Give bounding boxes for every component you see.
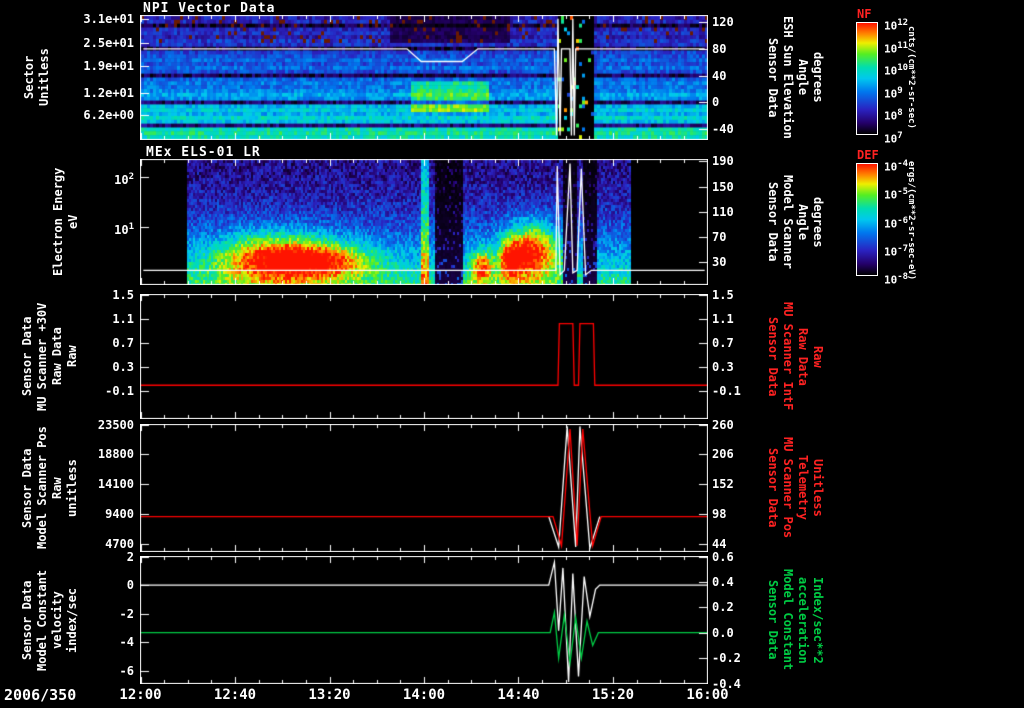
nf-colorbar-tick: 109 [884, 85, 903, 101]
panel5-left-tick: -6 [119, 663, 134, 678]
panel1-left-tick: 1.2e+01 [83, 86, 134, 100]
panel3-right-tick: 1.1 [712, 311, 734, 326]
panel4-y-axis-label: Sensor Data Model Scanner Pos Raw unitle… [20, 426, 79, 550]
panel2-left-tick: 101 [114, 222, 134, 238]
panel3-right-axis-label: Sensor Data MU Scanner IntF Raw Data Raw [766, 302, 825, 411]
panel3-left-tick: 1.1 [112, 311, 134, 326]
mu-scanner-intf-plot-canvas [140, 294, 708, 419]
nf-colorbar-tick: 1012 [884, 18, 909, 33]
panel5-right-tick: 0.0 [712, 625, 734, 640]
panel4-right-tick: 152 [712, 477, 734, 492]
panel4-right-tick: 98 [712, 507, 727, 522]
panel5-right-axis-label: Sensor Data Model Constant acceleration … [766, 569, 825, 671]
time-axis-tick: 14:00 [402, 687, 446, 703]
panel3-right-tick: 0.7 [712, 335, 734, 350]
panel4-left-tick: 9400 [105, 507, 134, 522]
panel2-right-tick: 150 [712, 179, 734, 194]
panel5-left-tick: -2 [119, 606, 134, 621]
panel5-left-tick: 2 [126, 549, 134, 564]
date-label: 2006/350 [4, 686, 77, 704]
def-colorbar-tick: 10-7 [884, 243, 909, 259]
panel1-right-tick: 80 [712, 41, 727, 56]
panel1-right-tick: -40 [712, 121, 734, 136]
def-colorbar-tick: 10-4 [884, 159, 909, 174]
panel5-y-axis-label: Sensor Data Model Constant velocity inde… [20, 569, 79, 671]
nf-colorbar-title: NF [857, 7, 872, 21]
panel1-left-tick: 3.1e+01 [83, 12, 134, 27]
time-axis-tick: 14:40 [497, 687, 540, 703]
panel5-right-tick: -0.2 [712, 651, 741, 666]
panel1-left-tick: 6.2e+00 [83, 108, 134, 123]
panel4-right-axis-label: Sensor Data MU Scanner Pos Telemetry Uni… [766, 437, 825, 539]
panel2-right-tick: 110 [712, 204, 734, 219]
def-colorbar-title: DEF [857, 148, 879, 162]
nf-colorbar [856, 22, 878, 135]
panel1-left-tick: 2.5e+01 [83, 35, 134, 50]
panel5-left-tick: 0 [126, 578, 134, 593]
panel2-right-axis-label: Sensor Data Model Scanner Angle degrees [766, 175, 825, 269]
panel5-right-tick: 0.4 [712, 574, 734, 589]
def-colorbar-tick: 10-8 [884, 272, 909, 287]
panel2-left-tick: 102 [114, 172, 134, 188]
panel1-left-tick: 1.9e+01 [83, 58, 134, 73]
panel5-right-tick: 0.6 [712, 549, 734, 564]
panel1-y-axis-label: Sector Unitless [22, 48, 51, 107]
panel3-left-tick: -0.1 [105, 384, 134, 399]
nf-colorbar-tick: 107 [884, 131, 903, 146]
panel5-left-tick: -4 [119, 635, 134, 650]
time-axis-tick: 13:20 [308, 687, 351, 703]
panel4-right-tick: 206 [712, 447, 734, 462]
panel4-left-tick: 14100 [97, 477, 134, 492]
panel3-y-axis-label: Sensor Data MU Scanner +30V Raw Data Raw [20, 302, 79, 411]
panel3-left-tick: 0.7 [112, 335, 134, 350]
panel2-right-tick: 190 [712, 154, 734, 169]
panel4-right-tick: 260 [712, 417, 734, 432]
def-colorbar-tick: 10-6 [884, 215, 909, 231]
panel1-right-tick: 120 [712, 15, 734, 30]
panel2-right-tick: 70 [712, 230, 727, 245]
panel2-title: MEx ELS-01 LR [146, 145, 261, 160]
model-constant-plot-canvas [140, 556, 708, 684]
panel2-right-tick: 30 [712, 255, 727, 270]
panel3-left-tick: 1.5 [112, 287, 134, 302]
time-axis-tick: 12:00 [119, 687, 162, 703]
panel1-title: NPI Vector Data [143, 1, 276, 16]
def-colorbar-tick: 10-5 [884, 187, 909, 202]
science-plot-page: NPI Vector Data MEx ELS-01 LR Sector Uni… [0, 0, 1024, 708]
nf-colorbar-tick: 1011 [884, 40, 909, 56]
nf-colorbar-tick: 108 [884, 108, 903, 124]
panel3-right-tick: 0.3 [712, 360, 734, 375]
panel3-right-tick: -0.1 [712, 384, 741, 399]
panel1-right-tick: 40 [712, 68, 727, 83]
panel4-left-tick: 23500 [97, 417, 134, 432]
scanner-pos-plot-canvas [140, 424, 708, 552]
panel3-right-tick: 1.5 [712, 287, 734, 302]
nf-colorbar-tick: 1010 [884, 63, 909, 78]
panel1-right-tick: 0 [712, 95, 720, 110]
time-axis-tick: 15:20 [591, 687, 635, 703]
def-colorbar [856, 163, 878, 276]
panel5-right-tick: 0.2 [712, 600, 734, 615]
panel3-left-tick: 0.3 [112, 360, 134, 375]
npi-spectrogram-canvas [140, 15, 708, 140]
time-axis-tick: 16:00 [686, 687, 729, 703]
panel4-left-tick: 18800 [97, 447, 134, 462]
els-spectrogram-canvas [140, 159, 708, 285]
panel2-y-axis-label: Electron Energy eV [51, 167, 80, 277]
panel1-right-axis-label: Sensor Data ESH Sun Elevation Angle degr… [766, 16, 825, 139]
time-axis-tick: 12:40 [213, 687, 257, 703]
